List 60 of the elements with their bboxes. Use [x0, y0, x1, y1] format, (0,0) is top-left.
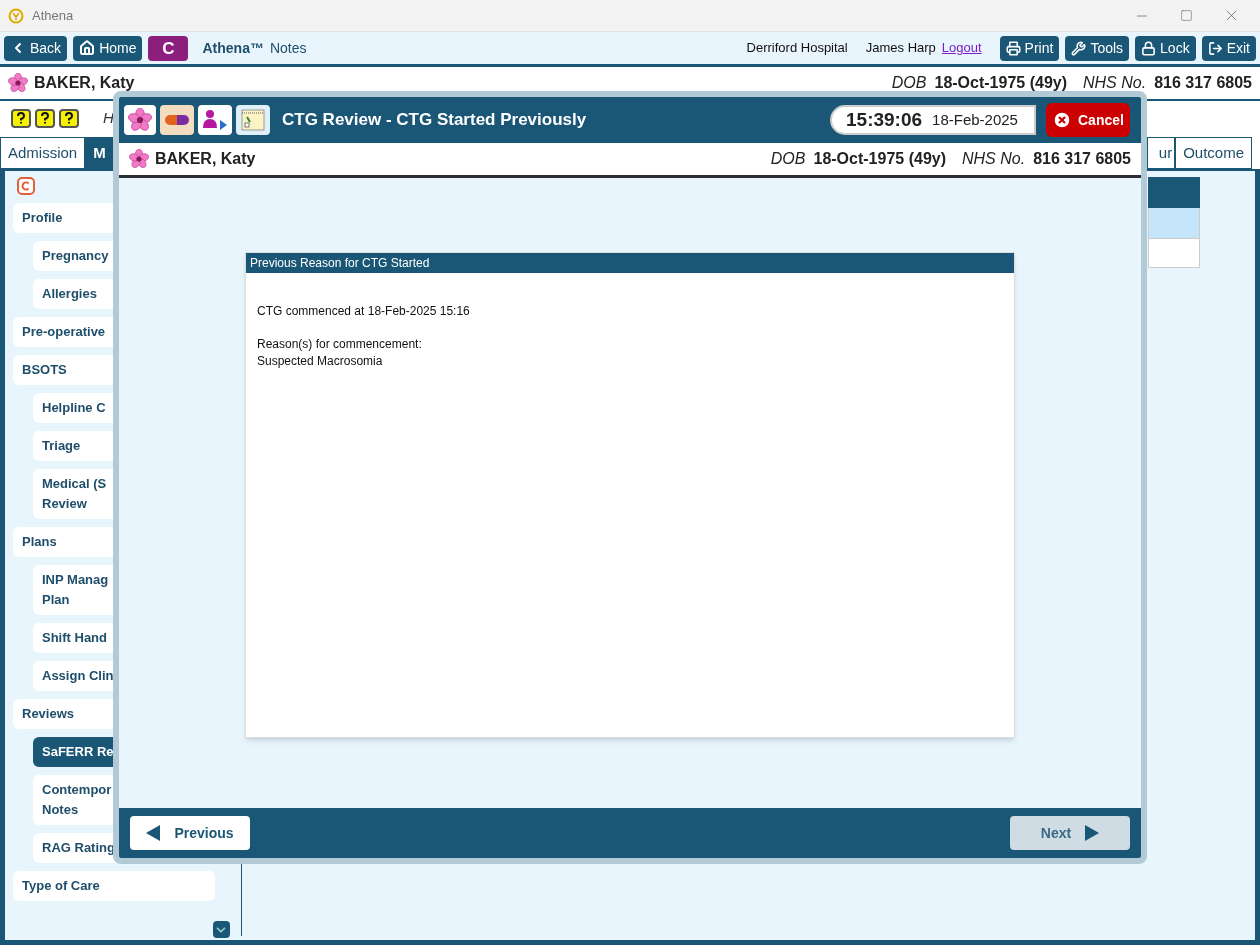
dialog-title: CTG Review - CTG Started Previously: [282, 109, 587, 132]
cancel-button[interactable]: Cancel: [1046, 103, 1130, 137]
toolbar-button[interactable]: Lock: [1135, 35, 1196, 61]
right-arrow-icon: [1085, 825, 1100, 841]
tab[interactable]: Outcome: [1175, 137, 1252, 169]
nav-button[interactable]: Back: [4, 35, 68, 61]
printer-icon: [1005, 40, 1021, 56]
section-icon: [17, 177, 35, 195]
flower-icon: [128, 108, 152, 132]
app-subtitle: Notes: [269, 38, 307, 58]
date-time-display: 15:39:06 18-Feb-2025: [830, 105, 1036, 135]
nav-button[interactable]: Home: [73, 35, 143, 61]
wrench-icon: [1071, 40, 1087, 56]
nhs-value: 816 317 6805: [1033, 149, 1131, 169]
patient-name: BAKER, Katy: [34, 73, 135, 93]
app-title: Athena™: [202, 38, 264, 58]
notes-button[interactable]: [236, 105, 270, 135]
help-icon[interactable]: [35, 108, 55, 128]
user-name: James Harp: [865, 39, 936, 58]
card-title: Previous Reason for CTG Started: [246, 253, 1014, 273]
capsule-icon: [164, 114, 190, 126]
toolbar-button[interactable]: Print: [999, 35, 1060, 61]
help-icon[interactable]: [11, 108, 31, 128]
tab[interactable]: Admission: [0, 137, 86, 169]
dob-value: 18-Oct-1975 (49y): [813, 149, 946, 169]
toolbar-button[interactable]: Tools: [1065, 35, 1130, 61]
scroll-down-button[interactable]: [212, 921, 230, 938]
card-text: Suspected Macrosomia: [257, 353, 384, 370]
tab[interactable]: ur: [1147, 137, 1176, 169]
card-text: Reason(s) for commencement:: [257, 336, 423, 353]
dob-label: DOB: [891, 73, 927, 93]
patient-button[interactable]: [198, 105, 232, 135]
medication-button[interactable]: [160, 105, 194, 135]
notepad-icon: [240, 108, 266, 132]
patient-name: BAKER, Katy: [155, 149, 256, 169]
lock-icon: [1141, 40, 1157, 56]
card-text: CTG commenced at 18-Feb-2025 15:16: [257, 303, 471, 320]
previous-button[interactable]: Previous: [130, 816, 250, 850]
exit-icon: [1207, 40, 1223, 56]
app-badge[interactable]: C: [148, 35, 189, 61]
help-icon[interactable]: [59, 108, 79, 128]
toolbar-button[interactable]: Exit: [1201, 35, 1256, 61]
dob-label: DOB: [770, 149, 806, 169]
sidebar-item[interactable]: Type of Care: [13, 871, 215, 901]
nhs-value: 816 317 6805: [1154, 73, 1252, 93]
app-logo-icon: [8, 7, 24, 24]
nhs-label: NHS No.: [1083, 73, 1147, 93]
home-icon: [79, 40, 96, 56]
nhs-label: NHS No.: [962, 149, 1026, 169]
flower-icon: [8, 73, 28, 93]
flower-icon: [129, 149, 149, 169]
left-arrow-icon: [146, 825, 161, 841]
dob-value: 18-Oct-1975 (49y): [934, 73, 1067, 93]
table-header: [1148, 177, 1200, 208]
hospital-name: Derriford Hospital: [746, 39, 848, 58]
close-circle-icon: [1052, 110, 1072, 130]
person-arrow-icon: [201, 108, 229, 132]
flower-button[interactable]: [124, 105, 156, 135]
window-title: Athena: [32, 6, 74, 25]
logout-link[interactable]: Logout: [941, 38, 982, 58]
